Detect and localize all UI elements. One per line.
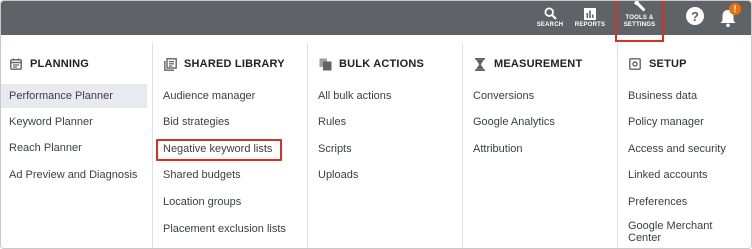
bar-chart-icon [584, 8, 596, 20]
menu-item-scripts[interactable]: Scripts [310, 137, 352, 161]
menu-item-business-data[interactable]: Business data [620, 84, 697, 108]
menu-item-rules[interactable]: Rules [310, 110, 346, 134]
menu-item-google-merchant-center[interactable]: Google Merchant Center [620, 218, 730, 246]
calendar-icon [9, 57, 23, 71]
menu-item-ad-preview[interactable]: Ad Preview and Diagnosis [1, 163, 147, 187]
menu-item-preferences[interactable]: Preferences [620, 190, 687, 214]
column-divider [617, 43, 618, 248]
menu-item-placement-exclusion-lists[interactable]: Placement exclusion lists [155, 217, 286, 241]
menu-item-shared-budgets[interactable]: Shared budgets [155, 163, 241, 187]
library-icon [163, 57, 177, 71]
reports-button[interactable]: REPORTS [573, 1, 607, 35]
menu-item-attribution[interactable]: Attribution [465, 137, 523, 161]
setup-heading: SETUP [628, 57, 687, 71]
column-divider [307, 43, 308, 248]
menu-item-audience-manager[interactable]: Audience manager [155, 84, 255, 108]
menu-item-bid-strategies[interactable]: Bid strategies [155, 110, 230, 134]
notification-badge: ! [729, 3, 741, 15]
planning-heading-text: PLANNING [30, 58, 90, 70]
measurement-column: MEASUREMENT Conversions Google Analytics… [465, 43, 617, 248]
notifications-button[interactable]: ! [718, 3, 741, 29]
tools-highlight-box [615, 1, 664, 42]
measurement-heading: MEASUREMENT [473, 57, 582, 71]
menu-item-reach-planner[interactable]: Reach Planner [1, 136, 147, 160]
menu-item-policy-manager[interactable]: Policy manager [620, 110, 704, 134]
menu-columns: PLANNING Performance Planner Keyword Pla… [1, 43, 751, 248]
search-label: SEARCH [536, 22, 564, 28]
search-icon [543, 7, 557, 20]
help-button[interactable]: ? [686, 7, 704, 25]
copy-icon [318, 57, 332, 71]
bulk-actions-heading-text: BULK ACTIONS [339, 58, 425, 70]
menu-item-linked-accounts[interactable]: Linked accounts [620, 163, 708, 187]
menu-item-all-bulk-actions[interactable]: All bulk actions [310, 84, 391, 108]
menu-item-google-analytics[interactable]: Google Analytics [465, 110, 555, 134]
hourglass-icon [473, 57, 487, 71]
settings-box-icon [628, 57, 642, 71]
bulk-actions-heading: BULK ACTIONS [318, 57, 424, 71]
shared-library-heading: SHARED LIBRARY [163, 57, 285, 71]
setup-column: SETUP Business data Policy manager Acces… [620, 43, 751, 248]
setup-heading-text: SETUP [649, 58, 687, 70]
menu-item-keyword-planner[interactable]: Keyword Planner [1, 110, 147, 134]
help-icon: ? [691, 8, 699, 24]
search-button[interactable]: SEARCH [536, 1, 564, 35]
reports-label: REPORTS [574, 22, 606, 28]
menu-item-access-security[interactable]: Access and security [620, 137, 726, 161]
menu-item-uploads[interactable]: Uploads [310, 163, 358, 187]
column-divider [462, 43, 463, 248]
negative-keyword-highlight-box [156, 139, 282, 161]
tools-menu-panel: SEARCH REPORTS TOOLS & SETTINGS ? ! PLAN… [0, 0, 752, 249]
bulk-actions-column: BULK ACTIONS All bulk actions Rules Scri… [310, 43, 462, 248]
shared-library-heading-text: SHARED LIBRARY [184, 58, 285, 70]
planning-column: PLANNING Performance Planner Keyword Pla… [1, 43, 152, 248]
measurement-heading-text: MEASUREMENT [494, 58, 583, 70]
menu-item-conversions[interactable]: Conversions [465, 84, 534, 108]
planning-heading: PLANNING [9, 57, 89, 71]
menu-item-location-groups[interactable]: Location groups [155, 190, 241, 214]
column-divider [152, 43, 153, 248]
menu-item-performance-planner[interactable]: Performance Planner [1, 84, 147, 108]
